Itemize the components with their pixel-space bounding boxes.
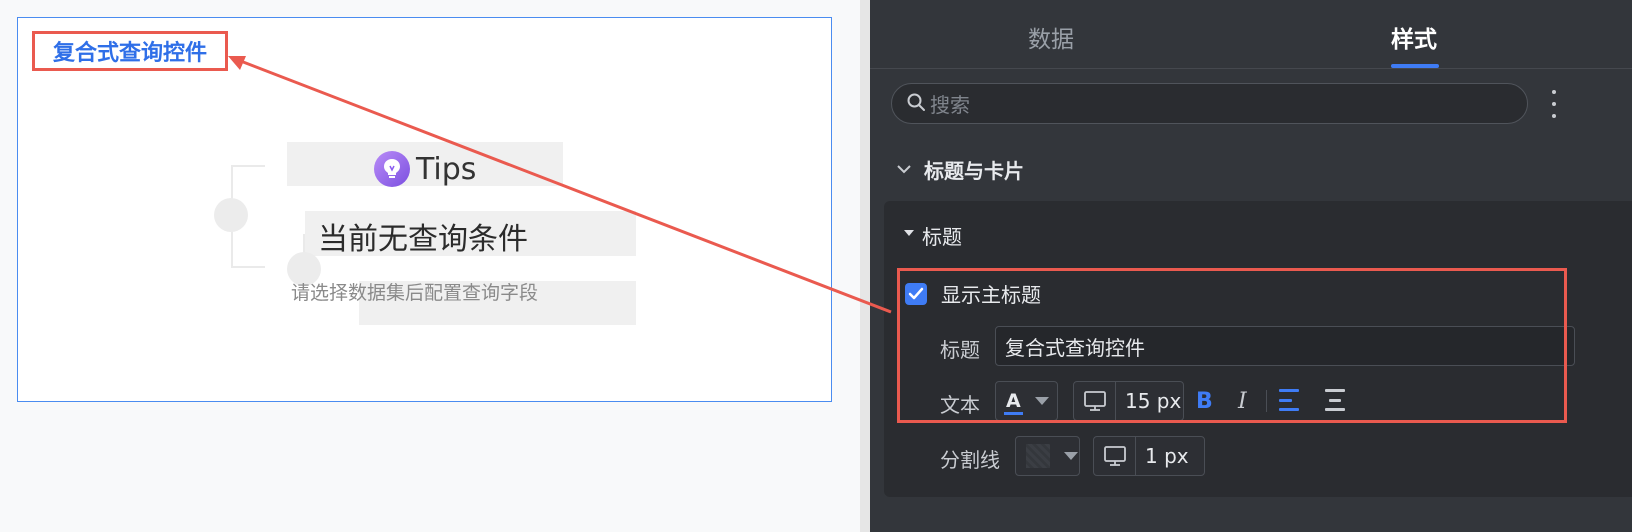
tips-label: Tips (416, 151, 477, 187)
search-placeholder: 搜索 (930, 93, 970, 117)
card-title-highlight: 复合式查询控件 (32, 31, 228, 71)
annotation-highlight-box (897, 268, 1567, 423)
placeholder-line (231, 266, 265, 268)
card-title[interactable]: 复合式查询控件 (53, 35, 207, 67)
color-swatch (1026, 444, 1050, 468)
canvas-area: 复合式查询控件 Tips 当前无查询条件 请选择数据集后配置查询字段 (0, 0, 860, 532)
splitter[interactable] (860, 0, 870, 532)
divider-width-control[interactable]: 1 px (1093, 436, 1205, 476)
style-panel: 数据 样式 搜索 标题与卡片 标题 显示主标题 标题 复合式查询控件 文本 A (870, 0, 1632, 532)
lightbulb-icon (374, 151, 410, 187)
tab-data[interactable]: 数据 (1028, 20, 1074, 54)
section-label: 标题与卡片 (924, 159, 1024, 183)
active-tab-indicator (1391, 64, 1439, 68)
search-icon (906, 92, 926, 116)
divider-width-value[interactable]: 1 px (1145, 444, 1189, 468)
tab-style[interactable]: 样式 (1391, 20, 1437, 54)
subsection-header[interactable]: 标题 (904, 221, 962, 250)
chevron-down-icon (896, 160, 912, 179)
divider-color-picker[interactable] (1015, 436, 1080, 476)
caret-down-icon (904, 229, 914, 236)
query-widget-card[interactable] (17, 17, 832, 402)
section-title-card[interactable]: 标题与卡片 (896, 155, 1024, 184)
monitor-icon (1094, 437, 1136, 475)
search-input[interactable]: 搜索 (891, 83, 1528, 124)
dropdown-arrow-icon (1064, 452, 1078, 460)
placeholder-dot (214, 198, 248, 232)
tips-header: Tips (374, 150, 476, 188)
subsection-label: 标题 (922, 225, 962, 249)
divider-row-label: 分割线 (940, 448, 1000, 472)
empty-state-title: 当前无查询条件 (318, 222, 528, 257)
tab-bar: 数据 样式 (870, 0, 1632, 69)
more-options-icon[interactable] (1550, 90, 1558, 118)
empty-state-subtitle: 请选择数据集后配置查询字段 (291, 282, 539, 304)
placeholder-line (231, 165, 265, 167)
